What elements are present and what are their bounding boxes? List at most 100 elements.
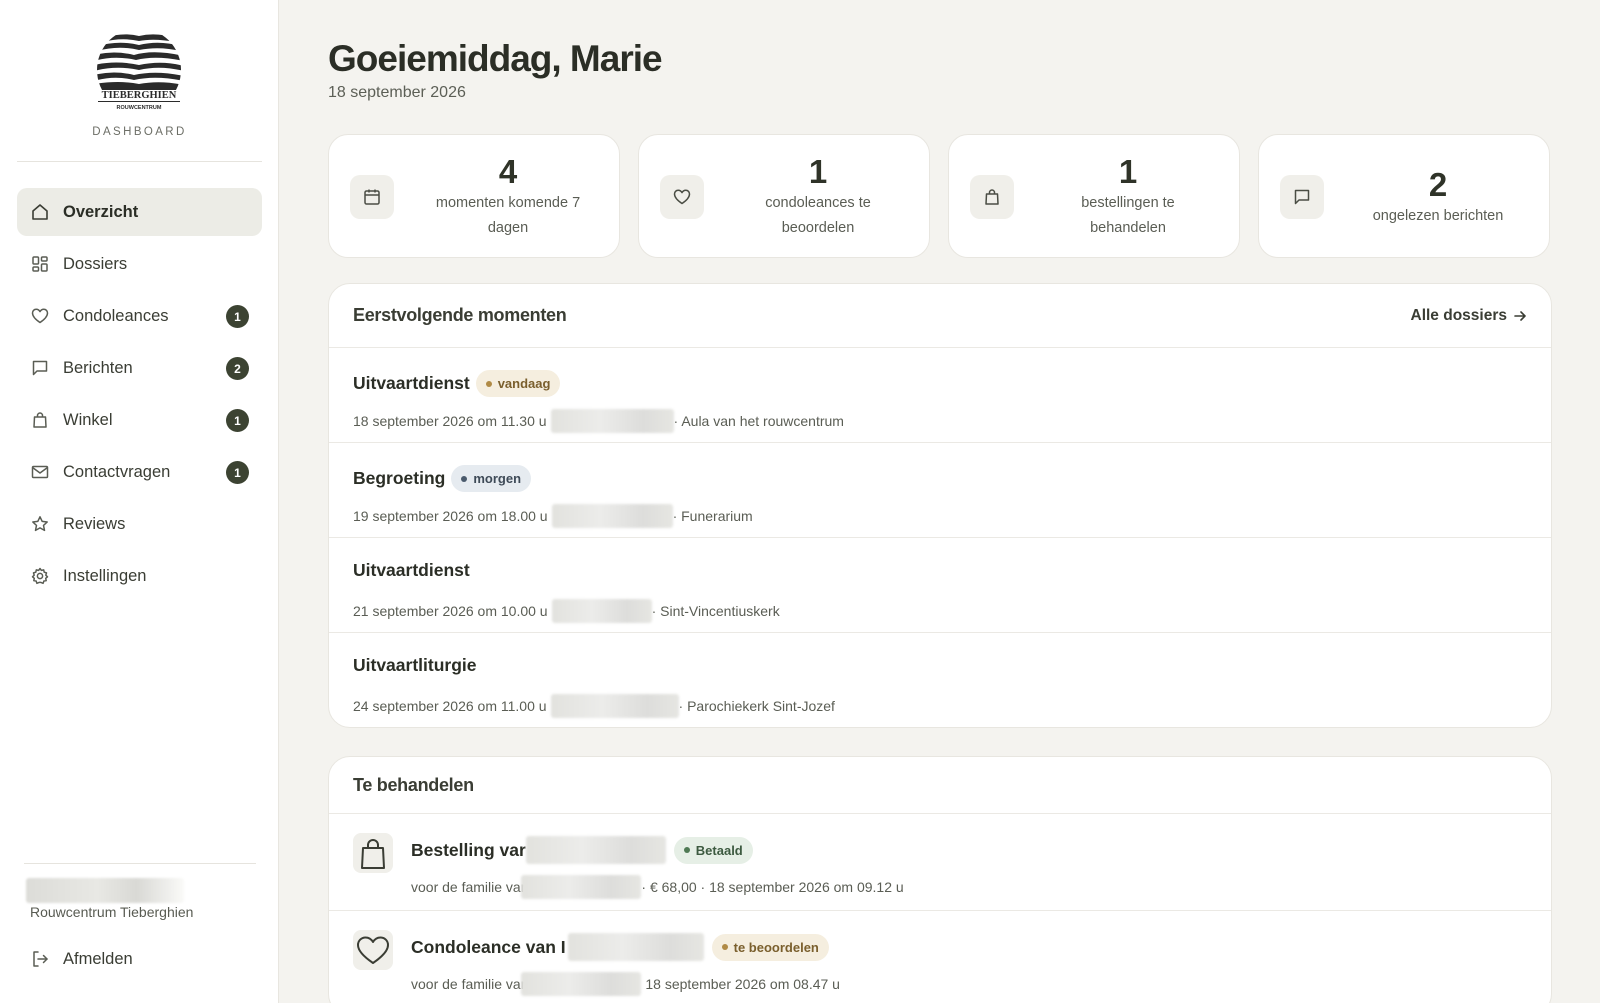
heart-icon: [673, 189, 691, 205]
stat-value: 1: [808, 153, 828, 190]
sidebar-item-condoleances[interactable]: Condoleances 1: [17, 292, 262, 340]
sidebar-item-instellingen[interactable]: Instellingen: [17, 552, 262, 600]
task-icon-box: [353, 833, 393, 873]
sidebar-item-contactvragen[interactable]: Contactvragen 1: [17, 448, 262, 496]
sidebar-item-dossiers[interactable]: Dossiers: [17, 240, 262, 288]
sidebar-subtitle: DASHBOARD: [92, 126, 187, 138]
moment-row[interactable]: Begroeting morgen 19 september 2026 om 1…: [329, 443, 1551, 538]
moment-datetime: 21 september 2026 om 10.00 u: [353, 603, 548, 619]
moment-datetime: 24 september 2026 om 11.00 u: [353, 698, 547, 714]
sidebar-item-reviews[interactable]: Reviews: [17, 500, 262, 548]
status-badge: Betaald: [673, 836, 753, 864]
mail-icon: [31, 465, 49, 479]
redacted-name: [521, 972, 642, 996]
stat-value: 2: [1428, 165, 1448, 203]
stat-value: 1: [1118, 153, 1138, 190]
stat-icon-box: [350, 175, 394, 219]
status-badge: morgen: [451, 465, 532, 492]
stat-label: momenten komende 7 dagen: [435, 195, 581, 236]
moment-row[interactable]: Uitvaartdienst vandaag 18 september 2026…: [329, 348, 1551, 443]
stat-value: 4: [498, 153, 518, 190]
svg-text:TIEBERGHIEN: TIEBERGHIEN: [102, 90, 177, 101]
status-badge: vandaag: [475, 370, 561, 397]
sidebar-item-label: Winkel: [63, 410, 113, 429]
stat-card-condolences[interactable]: 1 condoleances te beoordelen: [638, 134, 930, 258]
logout-button[interactable]: Afmelden: [17, 935, 262, 983]
stat-icon-box: [660, 175, 704, 219]
redacted-name: [551, 599, 652, 623]
sidebar-item-overzicht[interactable]: Overzicht: [17, 188, 262, 236]
task-row[interactable]: Condoleance van I te beoordelen voor de …: [329, 911, 1551, 1003]
stat-icon-box: [1280, 175, 1324, 219]
shopping-bag-icon: [33, 412, 47, 428]
task-meta-prefix: voor de familie var: [411, 976, 526, 992]
redacted-name: [551, 504, 673, 528]
redacted-name: [521, 875, 642, 899]
divider: [24, 863, 256, 864]
sidebar-item-label: Contactvragen: [63, 462, 171, 481]
sidebar-item-label: Dossiers: [63, 254, 128, 273]
stat-card-moments[interactable]: 4 momenten komende 7 dagen: [328, 134, 620, 258]
card-header: Te behandelen: [329, 757, 1551, 814]
logout-icon: [33, 951, 48, 967]
count-badge: 2: [226, 357, 249, 380]
calendar-icon: [364, 189, 380, 205]
task-title: Bestelling var: [411, 839, 526, 860]
moment-location: · Funerarium: [672, 508, 753, 524]
card-title: Eerstvolgende momenten: [353, 305, 567, 325]
task-title: Condoleance van I: [411, 936, 566, 957]
star-icon: [32, 516, 48, 532]
task-row[interactable]: Bestelling var Betaald voor de familie v…: [329, 814, 1551, 911]
sidebar-item-label: Overzicht: [63, 202, 139, 221]
upcoming-moments-card: Eerstvolgende momenten Alle dossiers Uit…: [328, 283, 1552, 728]
count-badge: 1: [226, 461, 249, 484]
stat-label: ongelezen berichten: [1372, 207, 1504, 224]
status-badge: te beoordelen: [711, 933, 829, 961]
moment-row[interactable]: Uitvaartdienst 21 september 2026 om 10.0…: [329, 538, 1551, 633]
sidebar-nav: Overzicht Dossiers Condoleances 1 Berich…: [17, 188, 262, 604]
sidebar-item-winkel[interactable]: Winkel 1: [17, 396, 262, 444]
count-badge: 1: [226, 305, 249, 328]
arrow-right-icon: [1514, 310, 1526, 321]
redacted-name: [525, 836, 666, 864]
sidebar: TIEBERGHIEN ROUWCENTRUM DASHBOARD Overzi…: [0, 0, 279, 1003]
moment-title: Uitvaartliturgie: [353, 655, 477, 675]
stat-card-orders[interactable]: 1 bestellingen te behandelen: [948, 134, 1240, 258]
heart-icon: [357, 936, 389, 964]
moment-title: Uitvaartdienst: [353, 373, 470, 393]
stat-icon-box: [970, 175, 1014, 219]
moment-datetime: 19 september 2026 om 18.00 u: [353, 508, 548, 524]
moment-location: · Sint-Vincentiuskerk: [651, 603, 780, 619]
moment-datetime: 18 september 2026 om 11.30 u: [353, 413, 547, 429]
tieberghien-logo[interactable]: TIEBERGHIEN ROUWCENTRUM: [94, 30, 184, 114]
sidebar-item-label: Instellingen: [63, 566, 147, 585]
task-meta: · € 68,00 · 18 september 2026 om 09.12 u: [641, 879, 904, 895]
gear-icon: [31, 567, 49, 585]
link-label: Alle dossiers: [1410, 306, 1508, 324]
home-icon: [32, 204, 48, 220]
sidebar-item-berichten[interactable]: Berichten 2: [17, 344, 262, 392]
stat-label: condoleances te beoordelen: [765, 195, 871, 236]
redacted-name: [550, 694, 679, 718]
card-title: Te behandelen: [353, 774, 474, 795]
task-meta: 18 september 2026 om 08.47 u: [645, 976, 840, 992]
to-handle-card: Te behandelen Bestelling var Betaald voo…: [328, 756, 1552, 1003]
sidebar-item-label: Reviews: [63, 514, 126, 533]
message-icon: [32, 360, 48, 376]
moment-title: Uitvaartdienst: [353, 560, 470, 580]
moment-title: Begroeting: [353, 468, 446, 488]
svg-text:ROUWCENTRUM: ROUWCENTRUM: [117, 105, 162, 111]
current-date: 18 september 2026: [328, 84, 466, 101]
shopping-bag-icon: [361, 839, 385, 869]
shopping-bag-icon: [985, 189, 999, 205]
stat-card-messages[interactable]: 2 ongelezen berichten: [1258, 134, 1550, 258]
user-name-redacted: [26, 878, 184, 903]
moment-row[interactable]: Uitvaartliturgie 24 september 2026 om 11…: [329, 633, 1551, 727]
page-title: Goeiemiddag, Marie: [328, 38, 663, 79]
moment-location: · Aula van het rouwcentrum: [673, 413, 844, 429]
logout-label: Afmelden: [63, 949, 133, 968]
task-meta-prefix: voor de familie var: [411, 879, 526, 895]
card-header: Eerstvolgende momenten Alle dossiers: [329, 284, 1551, 348]
stat-label: bestellingen te behandelen: [1081, 195, 1175, 236]
all-dossiers-link[interactable]: Alle dossiers: [1411, 307, 1528, 325]
